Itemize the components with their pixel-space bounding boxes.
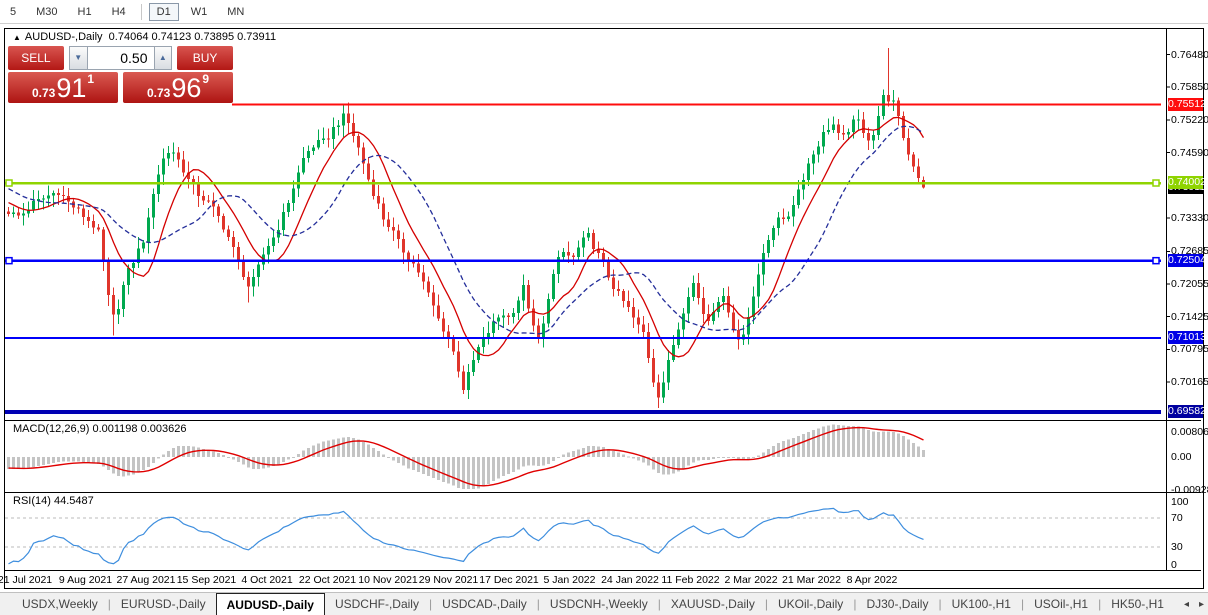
timeframe-h4-button[interactable]: H4 <box>104 3 134 21</box>
timeframe-w1-button[interactable]: W1 <box>183 3 216 21</box>
symbol-tab-bar: USDX,Weekly|EURUSD-,DailyAUDUSD-,DailyUS… <box>0 592 1208 615</box>
rsi-axis-label: 70 <box>1171 512 1208 524</box>
macd-indicator-label: MACD(12,26,9) 0.001198 0.003626 <box>13 423 186 435</box>
price-level-badge: 0.72504 <box>1168 254 1203 267</box>
rsi-axis-label: 100 <box>1171 496 1208 508</box>
rsi-axis-label: 30 <box>1171 541 1208 553</box>
price-axis-tick: 0.75850 <box>1171 81 1208 93</box>
price-level-badge: 0.74002 <box>1168 176 1203 189</box>
date-axis-label: 15 Sep 2021 <box>177 574 237 586</box>
date-axis-label: 21 Mar 2022 <box>782 574 841 586</box>
symbol-tab-usdx-weekly[interactable]: USDX,Weekly <box>12 593 108 615</box>
buy-button[interactable]: BUY <box>177 46 233 70</box>
date-axis-label: 27 Aug 2021 <box>117 574 176 586</box>
symbol-tab-usdchf-daily[interactable]: USDCHF-,Daily <box>325 593 429 615</box>
macd-axis-label: 0.00 <box>1171 451 1208 463</box>
date-axis-label: 5 Jan 2022 <box>544 574 596 586</box>
rsi-axis-label: 0 <box>1171 559 1208 571</box>
timeframe-toolbar: 5 M30 H1 H4 D1 W1 MN <box>0 0 1208 24</box>
date-axis-label: 11 Feb 2022 <box>661 574 719 586</box>
symbol-tab-usdcnh-weekly[interactable]: USDCNH-,Weekly <box>540 593 658 615</box>
date-axis-label: 2 Mar 2022 <box>724 574 777 586</box>
timeframe-m30-button[interactable]: M30 <box>28 3 65 21</box>
sell-price-big: 91 <box>56 75 86 102</box>
toolbar-separator <box>141 4 142 20</box>
sell-price-display[interactable]: 0.73 91 1 <box>8 72 118 103</box>
date-axis-label: 4 Oct 2021 <box>241 574 292 586</box>
date-axis-label: 29 Nov 2021 <box>419 574 479 586</box>
date-axis-label: 9 Aug 2021 <box>59 574 112 586</box>
buy-price-display[interactable]: 0.73 96 9 <box>123 72 233 103</box>
chart-window: ▲ AUDUSD-,Daily 0.74064 0.74123 0.73895 0… <box>4 28 1204 589</box>
price-axis-tick: 0.75220 <box>1171 114 1208 126</box>
buy-price-pip: 9 <box>202 72 209 86</box>
price-axis-tick: 0.74590 <box>1171 147 1208 159</box>
macd-axis-label: 0.008061 <box>1171 426 1208 438</box>
symbol-tab-eurusd-daily[interactable]: EURUSD-,Daily <box>111 593 216 615</box>
timeframe-d1-button[interactable]: D1 <box>149 3 179 21</box>
date-axis-label: 17 Dec 2021 <box>479 574 539 586</box>
price-axis-tick: 0.70165 <box>1171 376 1208 388</box>
price-axis-tick: 0.71425 <box>1171 311 1208 323</box>
symbol-tab-dj30-daily[interactable]: DJ30-,Daily <box>856 593 938 615</box>
date-axis-label: 8 Apr 2022 <box>847 574 898 586</box>
collapse-triangle-icon[interactable]: ▲ <box>13 33 21 42</box>
lot-size-input[interactable] <box>88 46 154 70</box>
symbol-tab-hk50-h1[interactable]: HK50-,H1 <box>1101 593 1174 615</box>
lot-increase-button[interactable]: ▲ <box>154 46 173 70</box>
sell-button[interactable]: SELL <box>8 46 64 70</box>
one-click-trade-panel: SELL ▼ ▲ BUY 0.73 91 1 0.73 96 9 <box>8 46 233 104</box>
sell-price-pip: 1 <box>87 72 94 86</box>
lot-decrease-button[interactable]: ▼ <box>69 46 88 70</box>
macd-axis-label: -0.009286 <box>1171 484 1208 496</box>
tab-scroll-left-icon[interactable]: ◂ <box>1184 599 1189 610</box>
price-axis-tick: 0.76480 <box>1171 49 1208 61</box>
price-axis-tick: 0.73330 <box>1171 212 1208 224</box>
symbol-tab-uk100-h1[interactable]: UK100-,H1 <box>942 593 1021 615</box>
sell-price-prefix: 0.73 <box>32 86 55 100</box>
symbol-tab-xauusd-daily[interactable]: XAUUSD-,Daily <box>661 593 765 615</box>
trading-platform: 5 M30 H1 H4 D1 W1 MN ▲ AUDUSD-,Daily 0.74… <box>0 0 1208 615</box>
symbol-tab-usdcad-daily[interactable]: USDCAD-,Daily <box>432 593 537 615</box>
price-axis-tick: 0.72055 <box>1171 278 1208 290</box>
price-axis-tick: 0.70795 <box>1171 343 1208 355</box>
timeframe-mn-button[interactable]: MN <box>219 3 252 21</box>
symbol-tab-usoil-h1[interactable]: USOil-,H1 <box>1024 593 1098 615</box>
date-axis-label: 10 Nov 2021 <box>358 574 418 586</box>
chart-title: ▲ AUDUSD-,Daily 0.74064 0.74123 0.73895 0… <box>13 31 276 43</box>
date-axis-label: 24 Jan 2022 <box>601 574 659 586</box>
date-axis-label: 22 Oct 2021 <box>299 574 356 586</box>
main-chart-canvas[interactable] <box>5 29 1203 588</box>
price-level-badge: 0.71013 <box>1168 331 1203 344</box>
symbol-tab-ukoil-daily[interactable]: UKOil-,Daily <box>768 593 853 615</box>
symbol-tab-audusd-daily[interactable]: AUDUSD-,Daily <box>216 593 325 615</box>
tab-scroll-right-icon[interactable]: ▸ <box>1199 599 1204 610</box>
buy-price-prefix: 0.73 <box>147 86 170 100</box>
date-axis-label: 21 Jul 2021 <box>0 574 52 586</box>
timeframe-h1-button[interactable]: H1 <box>70 3 100 21</box>
chart-symbol-label: AUDUSD-,Daily <box>25 31 103 43</box>
buy-price-big: 96 <box>171 75 201 102</box>
rsi-indicator-label: RSI(14) 44.5487 <box>13 495 94 507</box>
price-level-badge: 0.69582 <box>1168 405 1203 418</box>
chart-ohlc-readout: 0.74064 0.74123 0.73895 0.73911 <box>109 31 276 43</box>
price-level-badge: 0.75512 <box>1168 98 1203 111</box>
timeframe-m15-button[interactable]: 5 <box>2 3 24 21</box>
